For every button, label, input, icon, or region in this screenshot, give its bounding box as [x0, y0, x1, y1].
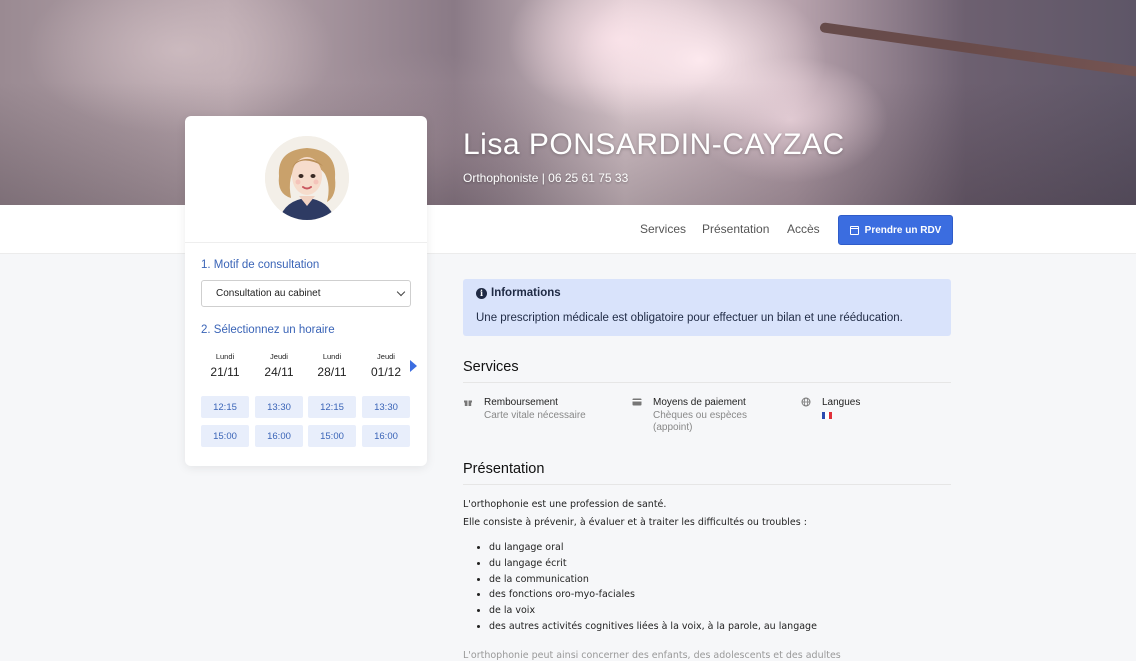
time-slot-button[interactable]: 13:30 — [255, 396, 303, 418]
day-date: 01/12 — [370, 365, 402, 379]
nav-link-services[interactable]: Services — [640, 222, 686, 236]
info-box: i Informations Une prescription médicale… — [463, 279, 951, 336]
calendar-icon — [849, 225, 859, 235]
globe-icon — [801, 397, 811, 407]
day-column-header: Lundi 21/11 — [201, 352, 249, 379]
presentation-intro: L'orthophonie est une profession de sant… — [463, 499, 667, 510]
nav-link-presentation[interactable]: Présentation — [702, 222, 769, 236]
section-divider — [463, 484, 951, 485]
motif-select[interactable]: Consultation au cabinet — [201, 280, 411, 307]
avatar-illustration — [265, 136, 349, 220]
gift-icon — [464, 400, 472, 406]
book-appointment-label: Prendre un RDV — [864, 224, 942, 236]
service-label: Moyens de paiement — [653, 397, 746, 408]
time-slot-button[interactable]: 15:00 — [201, 425, 249, 447]
service-value: Chèques ou espèces (appoint) — [653, 410, 747, 433]
time-slot-button[interactable]: 12:15 — [201, 396, 249, 418]
presentation-title: Présentation — [463, 461, 545, 477]
day-column-header: Jeudi 24/11 — [255, 352, 303, 379]
practitioner-subtitle: Orthophoniste | 06 25 61 75 33 — [463, 171, 629, 185]
service-label: Langues — [822, 397, 861, 408]
presentation-intro: Elle consiste à prévenir, à évaluer et à… — [463, 517, 807, 528]
day-date: 21/11 — [210, 365, 240, 379]
troubles-list: du langage oral du langage écrit de la c… — [470, 540, 817, 635]
service-langues: Langues — [822, 397, 860, 422]
step1-title: 1. Motif de consultation — [201, 259, 320, 271]
chevron-down-icon — [396, 287, 406, 297]
motif-select-value: Consultation au cabinet — [216, 288, 321, 299]
list-item: de la communication — [489, 572, 817, 588]
time-slot-button[interactable]: 12:15 — [308, 396, 356, 418]
booking-card: 1. Motif de consultation Consultation au… — [185, 116, 427, 466]
time-slot-button[interactable]: 16:00 — [362, 425, 410, 447]
day-column-header: Lundi 28/11 — [308, 352, 356, 379]
profile-navbar: Services Présentation Accès Prendre un R… — [0, 205, 1136, 254]
next-days-arrow-icon[interactable] — [410, 360, 417, 372]
time-slot-button[interactable]: 13:30 — [362, 396, 410, 418]
day-name: Lundi — [322, 352, 342, 361]
service-paiement: Moyens de paiement Chèques ou espèces (a… — [653, 397, 773, 434]
day-date: 28/11 — [317, 365, 347, 379]
avatar — [265, 136, 349, 220]
info-text: Une prescription médicale est obligatoir… — [476, 312, 903, 324]
info-title-row: i Informations — [476, 287, 938, 299]
step2-title: 2. Sélectionnez un horaire — [201, 324, 335, 336]
presentation-outro: L'orthophonie peut ainsi concerner des e… — [463, 650, 841, 661]
book-appointment-button[interactable]: Prendre un RDV — [838, 215, 953, 245]
list-item: des autres activités cognitives liées à … — [489, 619, 817, 635]
service-remboursement: Remboursement Carte vitale nécessaire — [484, 397, 586, 422]
list-item: du langage oral — [489, 540, 817, 556]
nav-link-acces[interactable]: Accès — [787, 222, 820, 236]
french-flag-icon — [822, 412, 832, 419]
day-name: Jeudi — [377, 352, 395, 361]
time-slot-button[interactable]: 15:00 — [308, 425, 356, 447]
practitioner-name: Lisa PONSARDIN-CAYZAC — [463, 128, 845, 161]
time-slot-button[interactable]: 16:00 — [255, 425, 303, 447]
list-item: du langage écrit — [489, 556, 817, 572]
section-divider — [463, 382, 951, 383]
services-title: Services — [463, 359, 519, 375]
list-item: des fonctions oro-myo-faciales — [489, 587, 817, 603]
list-item: de la voix — [489, 603, 817, 619]
service-value: Carte vitale nécessaire — [484, 410, 586, 421]
day-date: 24/11 — [264, 365, 294, 379]
day-name: Lundi — [215, 352, 235, 361]
day-column-header: Jeudi 01/12 — [362, 352, 410, 379]
credit-card-icon — [632, 398, 642, 406]
info-icon: i — [476, 287, 487, 299]
info-title: Informations — [491, 287, 561, 299]
card-divider — [185, 242, 427, 243]
day-name: Jeudi — [270, 352, 288, 361]
service-label: Remboursement — [484, 397, 558, 408]
